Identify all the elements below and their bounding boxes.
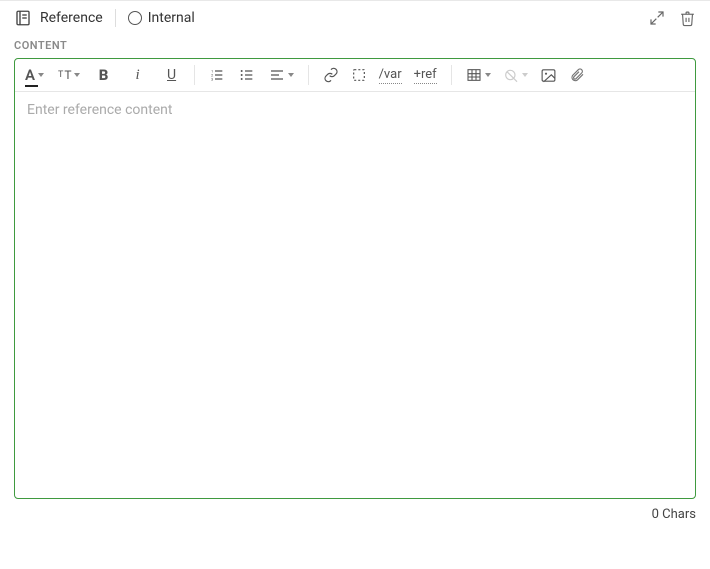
image-button[interactable]: [540, 67, 557, 84]
italic-button[interactable]: i: [130, 67, 146, 84]
editor-toolbar: A TT B i U 1 2 3: [15, 59, 695, 92]
bold-button[interactable]: B: [96, 66, 112, 84]
underline-button[interactable]: U: [164, 67, 180, 83]
selection-button[interactable]: [351, 67, 367, 83]
internal-label: Internal: [148, 10, 195, 26]
insert-ref-button[interactable]: +ref: [414, 67, 437, 84]
title-reference: Reference: [40, 10, 103, 26]
char-count: 0 Chars: [0, 499, 710, 522]
header-row: Reference Internal: [0, 1, 710, 33]
link-button[interactable]: [323, 67, 339, 83]
editor-textarea[interactable]: Enter reference content: [15, 92, 695, 498]
unordered-list-button[interactable]: [239, 67, 255, 83]
svg-text:3: 3: [211, 76, 213, 81]
clear-format-button[interactable]: [503, 67, 528, 83]
text-size-button[interactable]: TT: [58, 68, 80, 82]
expand-icon[interactable]: [649, 10, 665, 26]
toolbar-separator: [194, 65, 195, 85]
table-button[interactable]: [466, 67, 491, 83]
text-color-button[interactable]: A: [25, 66, 44, 84]
header-divider: [115, 9, 116, 27]
reference-icon: [14, 9, 32, 27]
editor-container: A TT B i U 1 2 3: [14, 58, 696, 499]
header-left: Reference Internal: [14, 9, 195, 27]
toolbar-separator: [451, 65, 452, 85]
insert-var-button[interactable]: /var: [379, 67, 402, 84]
section-label-content: CONTENT: [0, 33, 710, 56]
editor-placeholder: Enter reference content: [27, 102, 172, 118]
toolbar-separator: [308, 65, 309, 85]
align-button[interactable]: [269, 67, 294, 83]
internal-toggle[interactable]: Internal: [128, 10, 195, 26]
trash-icon[interactable]: [679, 10, 696, 27]
header-right: [649, 10, 696, 27]
attachment-button[interactable]: [569, 67, 585, 83]
ordered-list-button[interactable]: 1 2 3: [209, 67, 225, 83]
circle-icon: [128, 11, 142, 25]
